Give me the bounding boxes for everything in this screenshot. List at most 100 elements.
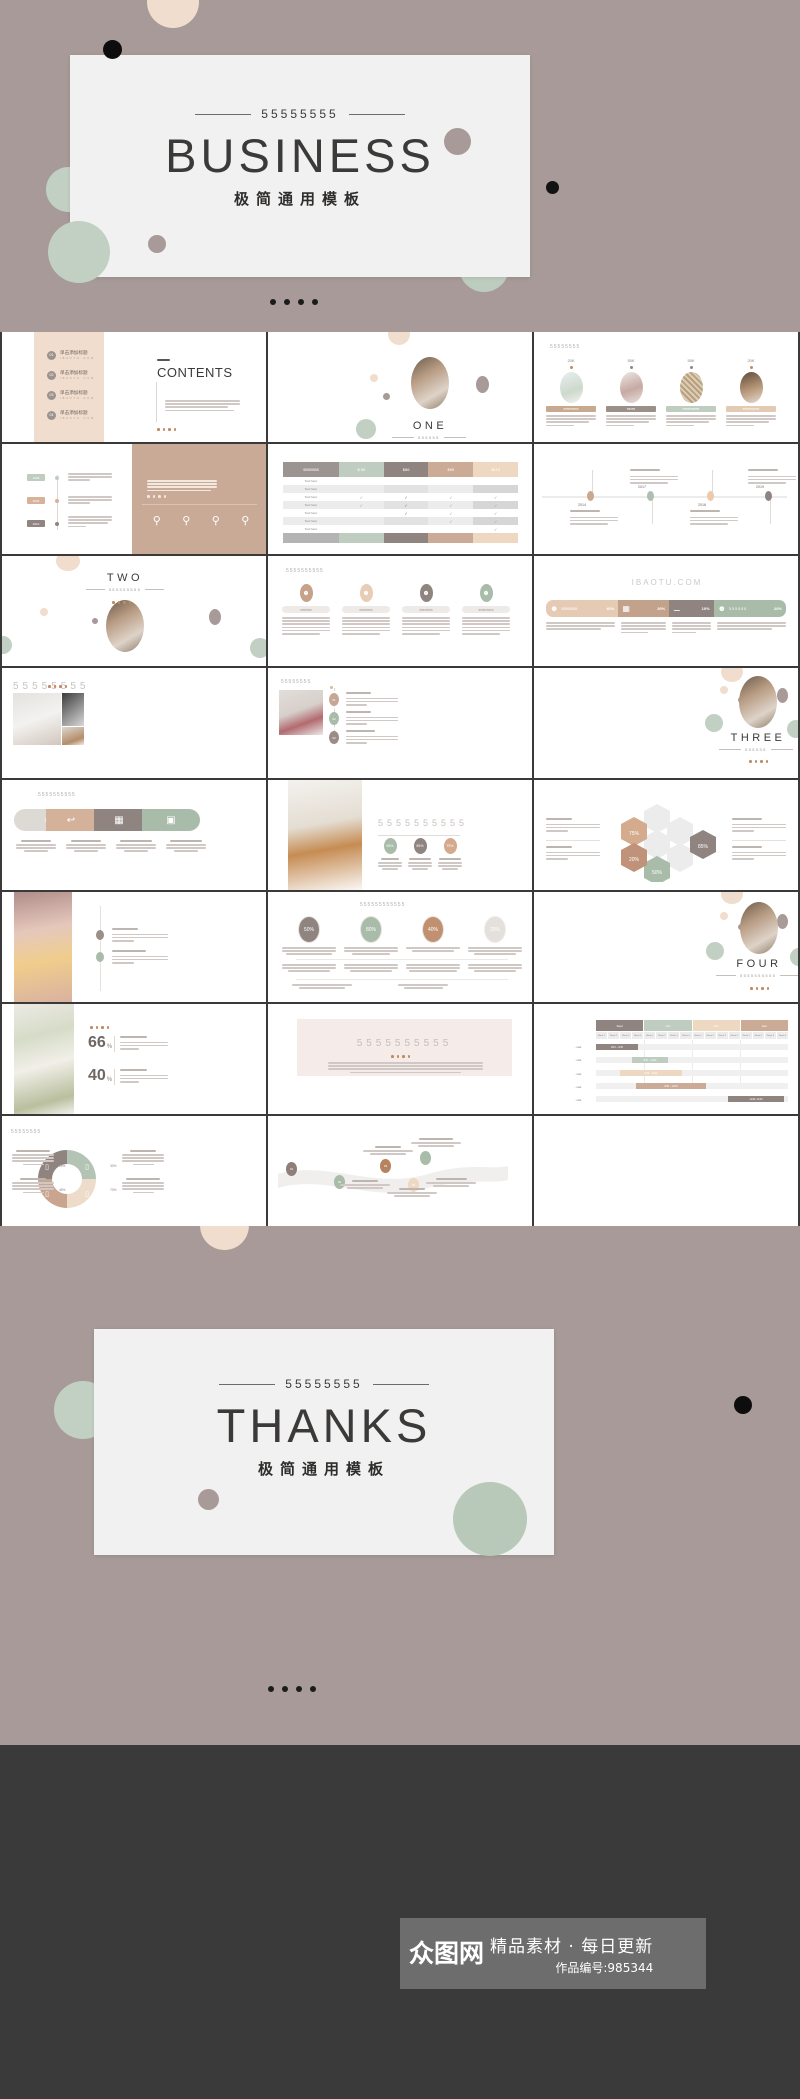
gantt-row-label: …task: [574, 1086, 582, 1089]
gantt-week: Week 4: [632, 1032, 644, 1039]
gantt-month: Dec: [740, 1020, 788, 1031]
slide-thumbnail[interactable]: 55555555 20K 555555555 55K 55555 55K 555…: [534, 332, 798, 442]
honeycomb-diagram: 75% 85% 50% 20%: [621, 804, 716, 882]
slide-thumbnail[interactable]: 5555555555: [268, 1004, 532, 1114]
gantt-bar: 11/20–12/20: [728, 1096, 784, 1102]
cover-kicker-row: 55555555: [70, 107, 530, 121]
slide-kicker: 5555555555: [356, 1038, 453, 1049]
table-cell: Text here: [304, 527, 318, 531]
timeline-year: 2014: [578, 503, 586, 507]
slide-thumbnail[interactable]: 01 02 03 04: [268, 1116, 532, 1226]
slide-thumbnail[interactable]: 55555555 01 02 03: [268, 668, 532, 778]
gantt-week: Week 1: [644, 1032, 656, 1039]
svg-text:50%: 50%: [652, 870, 663, 876]
section-photo: [106, 600, 144, 652]
stat-value: 55K: [687, 358, 695, 363]
slide-kicker: 5555555555: [286, 568, 324, 574]
section-sub: 5555555555: [740, 973, 777, 978]
table-cell: Text here: [304, 511, 318, 515]
user-icon: ☻: [479, 584, 493, 602]
section-sub: 555555: [745, 747, 767, 752]
table-cell: Text here: [304, 495, 318, 499]
slide-kicker: 55555555: [550, 344, 581, 350]
gantt-week: Week 1: [740, 1032, 752, 1039]
slide-thumbnail[interactable]: 5555555555 95% 85% 75%: [268, 780, 532, 890]
avatar-label: 55555555: [402, 606, 450, 613]
ring-value: 20%: [484, 916, 506, 943]
slide-thumbnail[interactable]: 555555555555 50% 80% 40% 20%: [268, 892, 532, 1002]
cover-dot-black: [103, 40, 122, 59]
slide-thumbnail[interactable]: 01 单击添加标题 I B A O T U . C O M 02 单击添加标题 I …: [2, 332, 266, 442]
person-icon: ⚲: [152, 515, 161, 527]
slide-thumbnail[interactable]: THREE 555555: [534, 668, 798, 778]
ring-value: 40%: [422, 916, 444, 943]
section-word: TWO: [106, 572, 144, 584]
gantt-week: Week 2: [608, 1032, 620, 1039]
person-icon: ☻: [550, 604, 559, 613]
gantt-week: Week 3: [668, 1032, 680, 1039]
slide-thumbnail[interactable]: Sept Oct Nov Dec Week 1 Week 2 Week 3 We…: [534, 1004, 798, 1114]
user-icon: ☻: [419, 584, 433, 602]
slide-thumbnail[interactable]: 55555555 ▯ ▯ ▯ ▯ 15% 30% 45% 70%: [2, 1116, 266, 1226]
slide-thumbnail[interactable]: [534, 1116, 798, 1226]
slide-thumbnail[interactable]: 55555555: [2, 668, 266, 778]
contents-item-sub: I B A O T U . C O M: [60, 417, 94, 420]
wave-node: 03: [380, 1159, 391, 1173]
gantt-week: Week 3: [620, 1032, 632, 1039]
step-badge: 01: [329, 693, 339, 706]
watermark-tagline: 精品素材 · 每日更新: [490, 1936, 654, 1957]
reply-arrow-icon: ↩: [66, 814, 76, 826]
section-sub: 555555555: [108, 587, 142, 592]
user-icon: ☻: [359, 584, 373, 602]
pct-number: 40: [88, 1067, 106, 1084]
slide-thumbnail[interactable]: [2, 892, 266, 1002]
slide-thumbnail[interactable]: 5555555555 ☻ 5555555 ☻ 55555555 ☻ 555555…: [268, 556, 532, 666]
slide-thumbnail[interactable]: ONE 555555: [268, 332, 532, 442]
slide-thumbnail[interactable]: 75% 85% 50% 20%: [534, 780, 798, 890]
gantt-month: Nov: [692, 1020, 740, 1031]
avatar-label: 555555555: [462, 606, 510, 613]
slide-thumbnail[interactable]: IBAOTU.COM ☻ 55555555 40% ▦ 20% ⚊ 10% ☻: [534, 556, 798, 666]
deco-dot-beige: [200, 1226, 249, 1250]
slide-thumbnail[interactable]: FOUR 5555555555: [534, 892, 798, 1002]
contents-item-number: 03: [47, 390, 56, 400]
slide-thumbnail[interactable]: TWO 555555555: [2, 556, 266, 666]
svg-text:75%: 75%: [629, 831, 640, 837]
slide-thumbnail[interactable]: 5555555555 ☺ ↩ ▦ ▣: [2, 780, 266, 890]
banner-label: 555555: [729, 606, 748, 611]
bottle-icon: ⚊: [673, 604, 681, 613]
step-badge: 02: [329, 712, 339, 725]
slide-thumbnail[interactable]: 2008 2009 2010 ⚲ ⚲ ⚲ ⚲: [2, 444, 266, 554]
timeline-year: 2009: [27, 497, 45, 504]
pct-badge: 85%: [413, 838, 427, 854]
table-cell: Text here: [304, 479, 318, 483]
stat-value: 55K: [627, 358, 635, 363]
person-icon: ⚲: [182, 515, 191, 527]
gantt-week: Week 2: [656, 1032, 668, 1039]
closing-dot-taupe: [198, 1489, 219, 1510]
cover-title-block: 55555555 BUSINESS 极简通用模板: [70, 107, 530, 209]
cover-dot-taupe-sm: [148, 235, 166, 253]
person-icon: ⚲: [211, 515, 220, 527]
slide-thumbnail[interactable]: 66 % 40 %: [2, 1004, 266, 1114]
grid-icon: ▦: [114, 814, 124, 826]
contents-item-label: 单击添加标题: [60, 351, 88, 356]
slide-kicker: 555555555555: [360, 902, 406, 908]
donut-value: 30%: [110, 1164, 117, 1168]
gantt-row-label: …task: [574, 1099, 582, 1102]
slide-thumbnail[interactable]: 55555555 $ 50 $86 $95 $115 Text here Tex…: [268, 444, 532, 554]
pct-unit: %: [106, 1077, 113, 1084]
pct-badge: 75%: [443, 838, 457, 854]
gantt-month: Oct: [644, 1020, 692, 1031]
section-photo: [411, 357, 449, 409]
slide-thumbnail[interactable]: 2014 2017 2018 2019: [534, 444, 798, 554]
stat-label: 5555555555: [726, 406, 776, 412]
closing-title: THANKS: [216, 1399, 432, 1452]
wave-node: 01: [286, 1162, 297, 1176]
pct-badge: 95%: [383, 838, 397, 854]
banner-value: 20%: [773, 606, 782, 611]
cover-slide: 55555555 BUSINESS 极简通用模板: [0, 0, 800, 332]
table-header-cell: $ 50: [338, 462, 384, 477]
gantt-row-label: …task: [574, 1046, 582, 1049]
contents-item-label: 单击添加标题: [60, 411, 88, 416]
